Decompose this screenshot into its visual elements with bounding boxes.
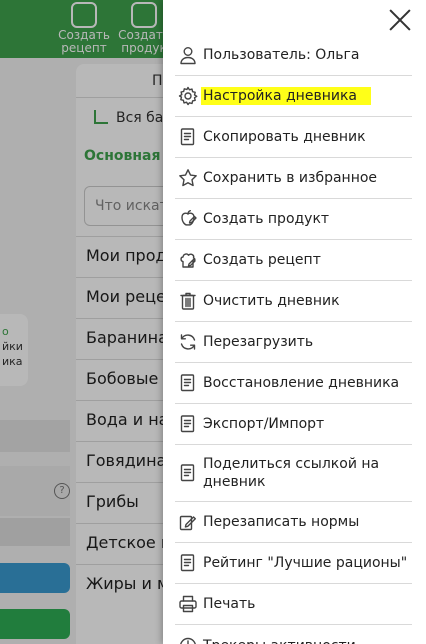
menu-item-printer-13[interactable]: Печать	[175, 584, 412, 625]
document-icon	[177, 126, 199, 148]
menu-item-label: Скопировать дневник	[203, 129, 366, 145]
menu-item-document-2[interactable]: Скопировать дневник	[175, 117, 412, 158]
menu-list: Пользователь: Ольга Настройка дневника Ско…	[175, 35, 412, 644]
refresh-icon	[177, 331, 199, 353]
menu-item-chef-hat-edit-5[interactable]: Создать рецепт	[175, 240, 412, 281]
menu-item-label: Сохранить в избранное	[203, 170, 378, 186]
menu-item-label: Очистить дневник	[203, 293, 340, 309]
menu-item-label: Создать продукт	[203, 211, 330, 227]
menu-item-edit-11[interactable]: Перезаписать нормы	[175, 502, 412, 543]
trash-icon	[177, 290, 199, 312]
menu-item-gear-1[interactable]: Настройка дневника	[175, 76, 412, 117]
menu-item-apple-edit-4[interactable]: Создать продукт	[175, 199, 412, 240]
user-icon	[177, 44, 199, 66]
menu-item-label: Трекеры активности	[203, 637, 356, 644]
document-icon	[177, 413, 199, 435]
gear-icon	[177, 85, 199, 107]
menu-item-label: Перезагрузить	[203, 334, 314, 350]
document-icon	[177, 462, 199, 484]
menu-item-label: Рейтинг "Лучшие рационы"	[203, 555, 408, 571]
menu-item-label: Настройка дневника	[201, 87, 371, 105]
printer-icon	[177, 593, 199, 615]
document-icon	[177, 552, 199, 574]
menu-item-label: Экспорт/Импорт	[203, 416, 325, 432]
menu-item-document-8[interactable]: Восстановление дневника	[175, 363, 412, 404]
menu-item-label: Печать	[203, 596, 256, 612]
menu-item-label: Восстановление дневника	[203, 375, 400, 391]
menu-item-label: Поделиться ссылкой на дневник	[203, 456, 380, 490]
menu-item-trash-6[interactable]: Очистить дневник	[175, 281, 412, 322]
menu-item-label: Создать рецепт	[203, 252, 321, 268]
close-icon[interactable]	[388, 8, 412, 32]
menu-item-refresh-7[interactable]: Перезагрузить	[175, 322, 412, 363]
side-menu: Пользователь: Ольга Настройка дневника Ско…	[163, 0, 426, 644]
chef-hat-edit-icon	[177, 249, 199, 271]
menu-item-tracker-14[interactable]: Трекеры активности	[175, 625, 412, 644]
menu-item-document-10[interactable]: Поделиться ссылкой на дневник	[175, 445, 412, 502]
star-icon	[177, 167, 199, 189]
menu-item-star-3[interactable]: Сохранить в избранное	[175, 158, 412, 199]
tracker-icon	[177, 635, 199, 644]
edit-icon	[177, 511, 199, 533]
apple-edit-icon	[177, 208, 199, 230]
document-icon	[177, 372, 199, 394]
menu-item-label: Пользователь: Ольга	[203, 47, 360, 63]
menu-item-document-12[interactable]: Рейтинг "Лучшие рационы"	[175, 543, 412, 584]
menu-item-document-9[interactable]: Экспорт/Импорт	[175, 404, 412, 445]
menu-item-user-0[interactable]: Пользователь: Ольга	[175, 35, 412, 76]
menu-item-label: Перезаписать нормы	[203, 514, 360, 530]
